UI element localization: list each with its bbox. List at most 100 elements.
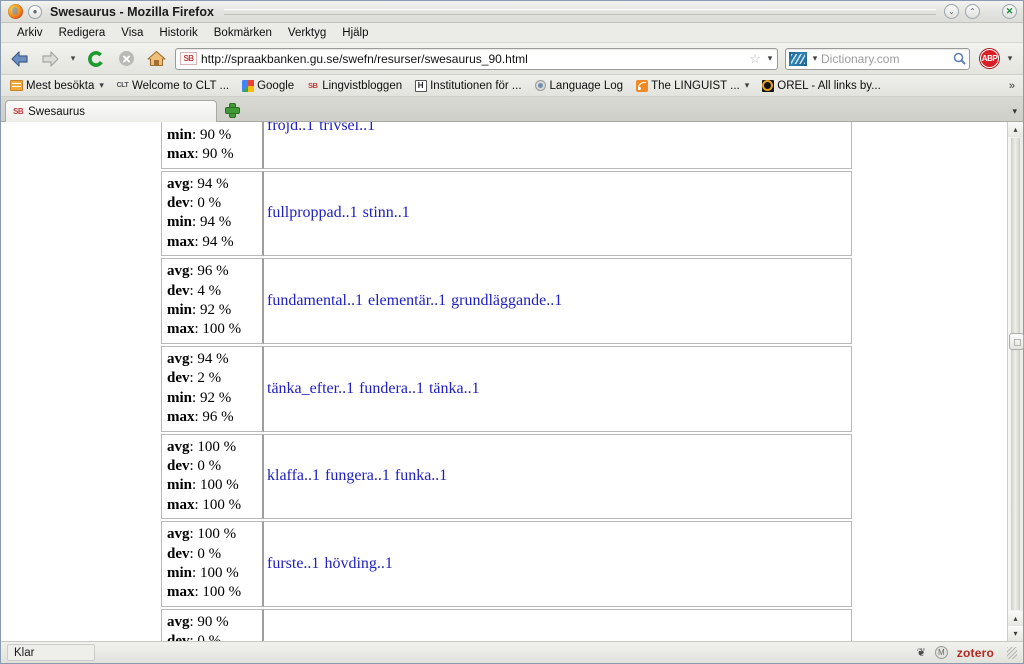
zotero-button[interactable]: zotero xyxy=(957,646,994,660)
menu-bokmarken[interactable]: Bokmärken xyxy=(206,25,280,41)
word-link[interactable]: hövding..1 xyxy=(324,554,392,574)
url-input[interactable]: http://spraakbanken.gu.se/swefn/resurser… xyxy=(201,52,747,66)
word-link[interactable]: fungera..1 xyxy=(325,466,390,486)
stat-value-max: 100 % xyxy=(202,496,242,513)
forward-button[interactable] xyxy=(37,47,63,71)
stat-value-dev: 0 % xyxy=(197,195,222,212)
url-dropdown-icon[interactable]: ▾ xyxy=(763,53,777,64)
new-tab-button[interactable] xyxy=(225,103,240,118)
adblock-plus-button[interactable]: ABP xyxy=(980,49,999,68)
stop-button[interactable] xyxy=(113,47,139,71)
stat-label-min: min xyxy=(167,302,193,319)
menu-visa[interactable]: Visa xyxy=(113,25,151,41)
stats-cell: avg: 96 % dev: 4 % min: 92 % max: 100 % xyxy=(161,258,264,344)
adblock-dropdown-icon[interactable]: ▾ xyxy=(1003,53,1017,64)
stat-value-max: 100 % xyxy=(202,321,242,338)
minimize-button[interactable]: ⌄ xyxy=(944,4,959,19)
stat-max: max: 94 % xyxy=(167,233,234,250)
stat-min: min: 94 % xyxy=(167,214,232,231)
stat-value-min: 90 % xyxy=(199,126,232,143)
menu-historik[interactable]: Historik xyxy=(151,25,205,41)
window-menu-icon[interactable]: ● xyxy=(28,4,42,19)
tab-label: Swesaurus xyxy=(28,105,86,118)
search-engine-icon[interactable] xyxy=(789,51,807,66)
stat-value-avg: 96 % xyxy=(197,263,229,280)
search-input[interactable]: Dictionary.com xyxy=(821,52,949,66)
word-link[interactable]: trivsel..1 xyxy=(319,122,375,136)
url-bar[interactable]: SB http://spraakbanken.gu.se/swefn/resur… xyxy=(175,47,778,70)
bookmark-language-log[interactable]: Language Log xyxy=(529,78,629,93)
stat-label-min: min xyxy=(167,126,193,143)
stat-label-max: max xyxy=(167,233,195,250)
search-submit-button[interactable] xyxy=(949,52,969,65)
word-link[interactable]: fullproppad..1 xyxy=(267,203,358,223)
word-link[interactable]: tänka_efter..1 xyxy=(267,379,354,399)
page-scrollbar[interactable]: ▴ ▴ ▾ xyxy=(1007,122,1024,641)
stat-label-min: min xyxy=(167,477,193,494)
scrollbar-track[interactable] xyxy=(1009,138,1024,610)
scroll-up-button-bottom[interactable]: ▴ xyxy=(1008,611,1023,626)
stat-value-min: 100 % xyxy=(199,564,239,581)
stat-max: max: 90 % xyxy=(167,146,234,163)
word-link[interactable]: tänka..1 xyxy=(429,379,480,399)
stat-value-max: 90 % xyxy=(202,146,234,163)
clt-icon: CLT xyxy=(116,82,129,89)
stat-label-max: max xyxy=(167,584,195,601)
word-link[interactable]: fundamental..1 xyxy=(267,291,363,311)
menu-hjalp[interactable]: Hjälp xyxy=(334,25,376,41)
word-link[interactable]: grundläggande..1 xyxy=(451,291,562,311)
word-link[interactable]: fröjd..1 xyxy=(267,122,314,136)
resize-grip[interactable] xyxy=(1007,646,1017,659)
bookmark-google[interactable]: Google xyxy=(236,78,299,93)
word-link[interactable]: furste..1 xyxy=(267,554,319,574)
bookmark-star-icon[interactable]: ☆ xyxy=(747,51,763,67)
stat-label-dev: dev xyxy=(167,195,190,212)
bookmark-institutionen-for[interactable]: H Institutionen för ... xyxy=(409,78,526,93)
stat-label-min: min xyxy=(167,389,193,406)
word-link[interactable]: fundera..1 xyxy=(359,379,424,399)
bookmark-label: Google xyxy=(257,79,295,92)
stat-avg: avg: 94 % xyxy=(167,175,229,192)
stat-avg: avg: 90 % xyxy=(167,613,229,630)
forward-arrow-icon xyxy=(40,50,60,68)
search-bar[interactable]: ▾ Dictionary.com xyxy=(785,47,970,70)
table-row: avg: 94 % dev: 0 % min: 90 % max: 90 % f… xyxy=(161,122,852,169)
menu-verktyg[interactable]: Verktyg xyxy=(280,25,334,41)
back-button[interactable] xyxy=(7,47,33,71)
bookmark-mest-besokta[interactable]: Mest besökta ▾ xyxy=(5,78,109,93)
tab-swesaurus[interactable]: SB Swesaurus xyxy=(5,100,217,122)
history-dropdown-button[interactable]: ▾ xyxy=(67,53,79,64)
maximize-button[interactable]: ⌃ xyxy=(965,4,980,19)
close-button[interactable]: ✕ xyxy=(1002,4,1017,19)
menu-bar: Arkiv Redigera Visa Historik Bokmärken V… xyxy=(1,23,1023,43)
bookmark-welcome-to-clt[interactable]: CLT Welcome to CLT ... xyxy=(111,78,234,93)
bookmark-label: The LINGUIST ... xyxy=(651,79,740,92)
table-row: avg: 94 % dev: 2 % min: 92 % max: 96 % t… xyxy=(161,345,852,432)
home-button[interactable] xyxy=(143,47,169,71)
stat-value-min: 92 % xyxy=(199,302,232,319)
firefox-logo-icon xyxy=(8,4,23,19)
browser-window: ● Swesaurus - Mozilla Firefox ⌄ ⌃ ✕ Arki… xyxy=(0,0,1024,664)
bookmark-orel[interactable]: OREL - All links by... xyxy=(756,78,886,93)
menu-arkiv[interactable]: Arkiv xyxy=(9,25,51,41)
reload-button[interactable] xyxy=(83,47,109,71)
bug-icon[interactable]: ❦ xyxy=(917,646,926,659)
word-link[interactable]: klaffa..1 xyxy=(267,466,320,486)
tab-list-dropdown-icon[interactable]: ▾ xyxy=(1012,106,1023,121)
status-circle-icon[interactable]: M xyxy=(934,646,948,659)
scroll-up-button[interactable]: ▴ xyxy=(1008,122,1023,137)
bookmark-the-linguist[interactable]: The LINGUIST ... ▾ xyxy=(630,78,754,93)
word-link[interactable]: stinn..1 xyxy=(363,203,410,223)
scroll-down-button[interactable]: ▾ xyxy=(1008,626,1023,641)
stat-max: max: 100 % xyxy=(167,584,242,601)
word-link[interactable]: elementär..1 xyxy=(368,291,446,311)
word-link[interactable]: funka..1 xyxy=(395,466,447,486)
scrollbar-thumb[interactable] xyxy=(1009,333,1024,350)
stat-min: min: 92 % xyxy=(167,389,232,406)
bookmark-lingvistbloggen[interactable]: SB Lingvistbloggen xyxy=(301,78,407,93)
menu-redigera[interactable]: Redigera xyxy=(51,25,114,41)
stat-label-dev: dev xyxy=(167,545,190,562)
bookmarks-overflow-icon[interactable]: » xyxy=(1009,80,1019,92)
stat-value-avg: 100 % xyxy=(197,438,237,455)
search-engine-dropdown-icon[interactable]: ▾ xyxy=(809,53,821,64)
